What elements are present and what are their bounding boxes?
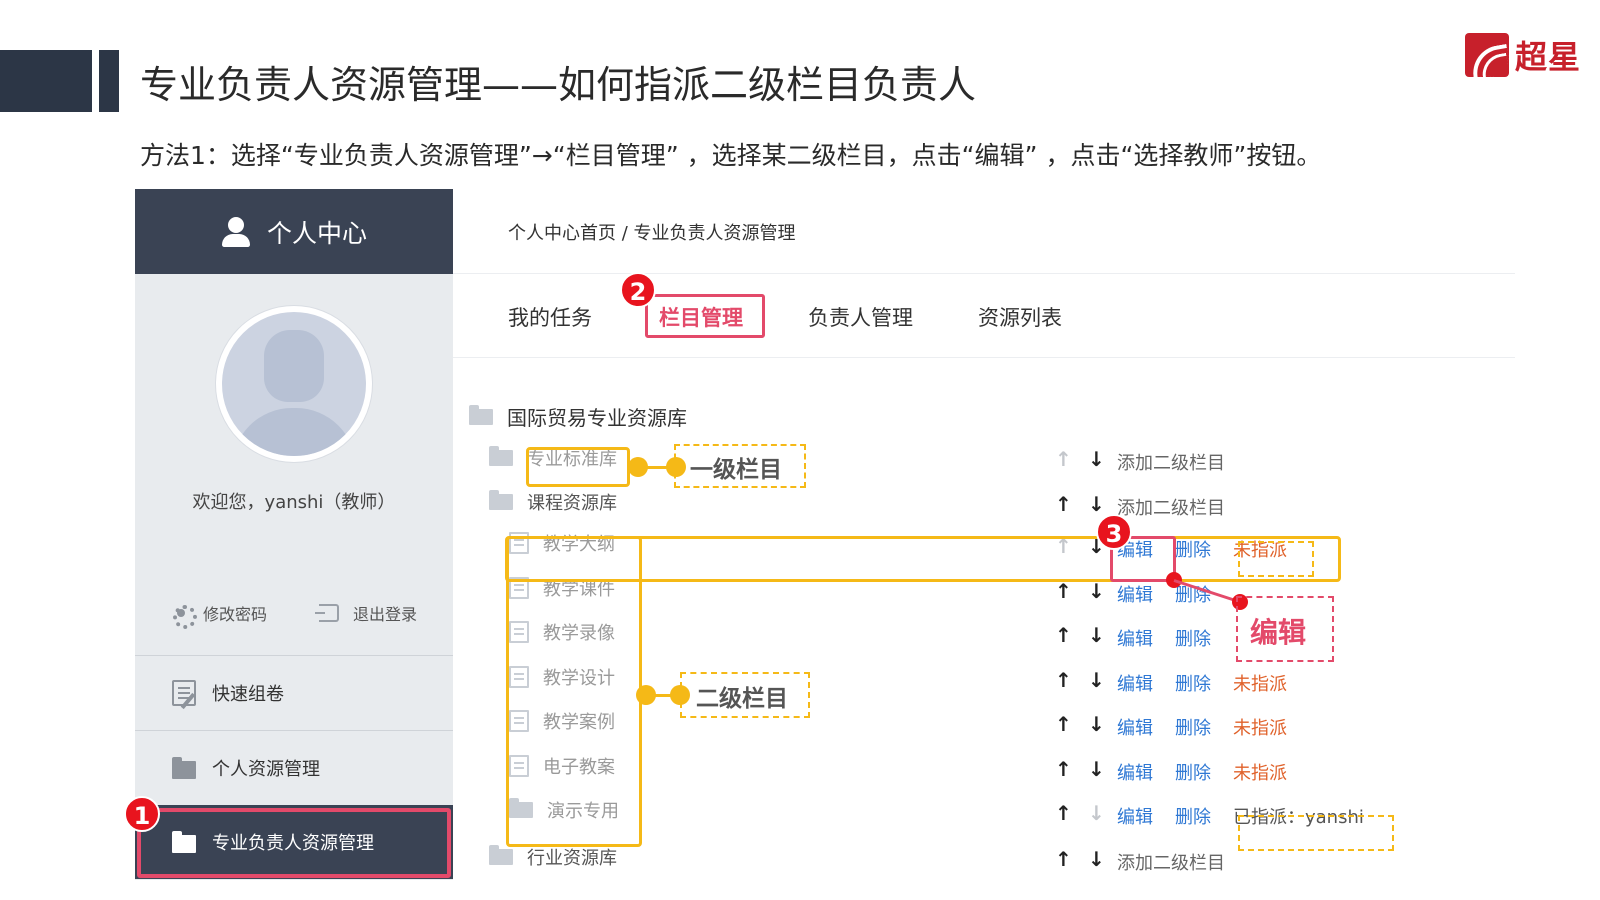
tree-node-label: 行业资源库	[527, 848, 617, 869]
edit-link[interactable]: 编辑	[1117, 803, 1153, 829]
delete-link[interactable]: 删除	[1175, 803, 1211, 829]
move-up-button[interactable]: ↑	[1055, 579, 1072, 603]
sidebar-item-personal-resources[interactable]: 个人资源管理	[135, 730, 453, 804]
delete-link[interactable]: 删除	[1175, 670, 1211, 696]
welcome-text: 欢迎您，yanshi（教师）	[192, 492, 396, 513]
sidebar-header[interactable]: 个人中心	[135, 189, 453, 274]
move-up-button[interactable]: ↑	[1055, 668, 1072, 692]
edit-link[interactable]: 编辑	[1117, 625, 1153, 651]
move-up-button[interactable]: ↑	[1055, 847, 1072, 871]
unassigned-status: 未指派	[1233, 674, 1287, 695]
account-actions: 修改密码 退出登录	[135, 601, 453, 643]
annotation-assigned-highlight	[1238, 815, 1394, 851]
brand-logo: 超星	[1465, 32, 1581, 78]
step-badge-2: 2	[620, 272, 656, 308]
edit-link[interactable]: 编辑	[1117, 759, 1153, 785]
move-up-button[interactable]: ↑	[1055, 712, 1072, 736]
tree-node-label: 课程资源库	[527, 493, 617, 514]
move-up-button[interactable]: ↑	[1055, 623, 1072, 647]
divider	[453, 273, 1515, 274]
annotation-unassigned-highlight	[1238, 541, 1314, 577]
move-down-button[interactable]: ↓	[1088, 757, 1105, 781]
edit-link[interactable]: 编辑	[1117, 581, 1153, 607]
annotation-dot	[636, 685, 656, 705]
logo-text: 超星	[1515, 38, 1582, 76]
add-subcolumn-link[interactable]: 添加二级栏目	[1117, 449, 1225, 475]
move-up-button[interactable]: ↑	[1055, 801, 1072, 825]
step-badge-3: 3	[1096, 514, 1132, 550]
edit-document-icon	[172, 679, 196, 706]
move-down-button[interactable]: ↓	[1088, 492, 1105, 516]
delete-link[interactable]: 删除	[1175, 714, 1211, 740]
highlight-box-step1	[137, 808, 451, 878]
sidebar-header-label: 个人中心	[266, 218, 367, 248]
unassigned-status: 未指派	[1233, 763, 1287, 784]
slide-title: 专业负责人资源管理——如何指派二级栏目负责人	[140, 63, 977, 107]
edit-link[interactable]: 编辑	[1117, 714, 1153, 740]
move-down-button[interactable]: ↓	[1088, 847, 1105, 871]
tab-leader-management[interactable]: 负责人管理	[808, 302, 913, 332]
annotation-dot	[628, 457, 648, 477]
annotation-box-level2	[506, 536, 642, 847]
delete-link[interactable]: 删除	[1175, 759, 1211, 785]
add-subcolumn-link[interactable]: 添加二级栏目	[1117, 849, 1225, 875]
header-decor-bar	[99, 50, 119, 112]
logout-link[interactable]: 退出登录	[315, 601, 418, 625]
change-password-label: 修改密码	[203, 605, 268, 624]
annotation-box-level1	[526, 447, 630, 487]
divider	[453, 357, 1515, 358]
sidebar-item-label: 快速组卷	[212, 683, 284, 705]
logout-label: 退出登录	[353, 605, 418, 624]
delete-link[interactable]: 删除	[1175, 625, 1211, 651]
edit-link[interactable]: 编辑	[1117, 670, 1153, 696]
move-up-button[interactable]: ↑	[1055, 447, 1072, 471]
step-badge-1: 1	[124, 796, 160, 832]
move-up-button[interactable]: ↑	[1055, 757, 1072, 781]
folder-icon	[489, 446, 513, 466]
user-icon	[221, 216, 251, 247]
unassigned-status: 未指派	[1233, 718, 1287, 739]
folder-icon	[489, 845, 513, 865]
folder-open-icon	[489, 490, 513, 510]
move-down-button[interactable]: ↓	[1088, 623, 1105, 647]
annotation-label-edit: 编辑	[1250, 616, 1307, 649]
move-down-button[interactable]: ↓	[1088, 579, 1105, 603]
folder-icon	[172, 756, 196, 779]
sidebar-item-label: 个人资源管理	[212, 758, 320, 780]
annotation-label-level1: 一级栏目	[690, 457, 782, 483]
breadcrumb[interactable]: 个人中心首页 / 专业负责人资源管理	[508, 219, 796, 245]
tab-my-tasks[interactable]: 我的任务	[508, 302, 592, 332]
add-subcolumn-link[interactable]: 添加二级栏目	[1117, 494, 1225, 520]
move-down-button[interactable]: ↓	[1088, 801, 1105, 825]
highlight-box-step2	[645, 294, 765, 338]
sidebar-item-quick-exam[interactable]: 快速组卷	[135, 655, 453, 729]
tree-root-label: 国际贸易专业资源库	[507, 406, 687, 430]
gear-icon	[171, 603, 197, 629]
slide-subtitle: 方法1：选择“专业负责人资源管理”→“栏目管理” ，选择某二级栏目，点击“编辑”…	[140, 141, 1322, 170]
annotation-label-level2: 二级栏目	[696, 686, 788, 712]
move-down-button[interactable]: ↓	[1088, 712, 1105, 736]
tree-root[interactable]: 国际贸易专业资源库	[469, 402, 687, 431]
move-down-button[interactable]: ↓	[1088, 668, 1105, 692]
header-decor-block	[0, 50, 92, 112]
tab-resource-list[interactable]: 资源列表	[978, 302, 1062, 332]
move-down-button[interactable]: ↓	[1088, 447, 1105, 471]
tree-level1-item[interactable]: 行业资源库	[489, 844, 617, 870]
change-password-link[interactable]: 修改密码	[171, 601, 268, 629]
logo-mark-icon	[1465, 33, 1509, 77]
tree-level1-item[interactable]: 课程资源库	[489, 489, 617, 515]
sidebar: 个人中心 欢迎您，yanshi（教师） 修改密码 退出登录 快速组卷 个人资源管…	[135, 189, 453, 880]
logout-icon	[315, 604, 339, 622]
avatar[interactable]	[216, 306, 372, 462]
folder-open-icon	[469, 404, 493, 425]
move-up-button[interactable]: ↑	[1055, 492, 1072, 516]
